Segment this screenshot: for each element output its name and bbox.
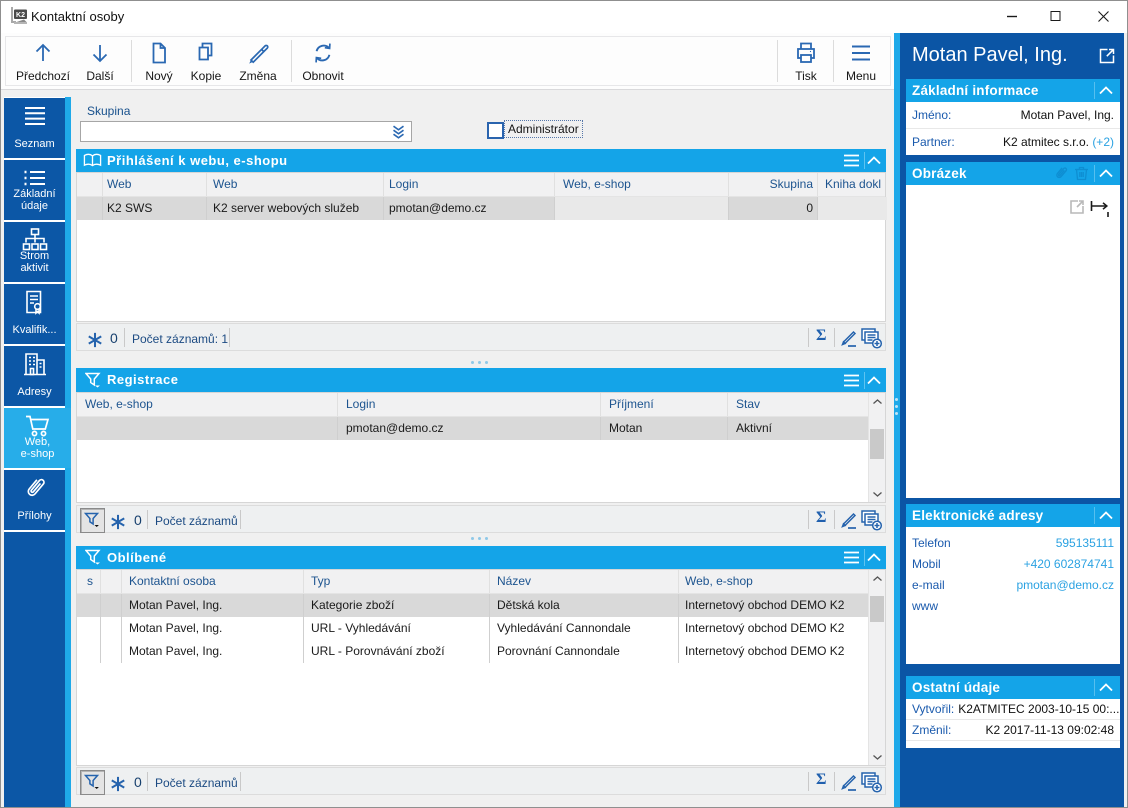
svg-text:K2: K2: [16, 12, 25, 19]
